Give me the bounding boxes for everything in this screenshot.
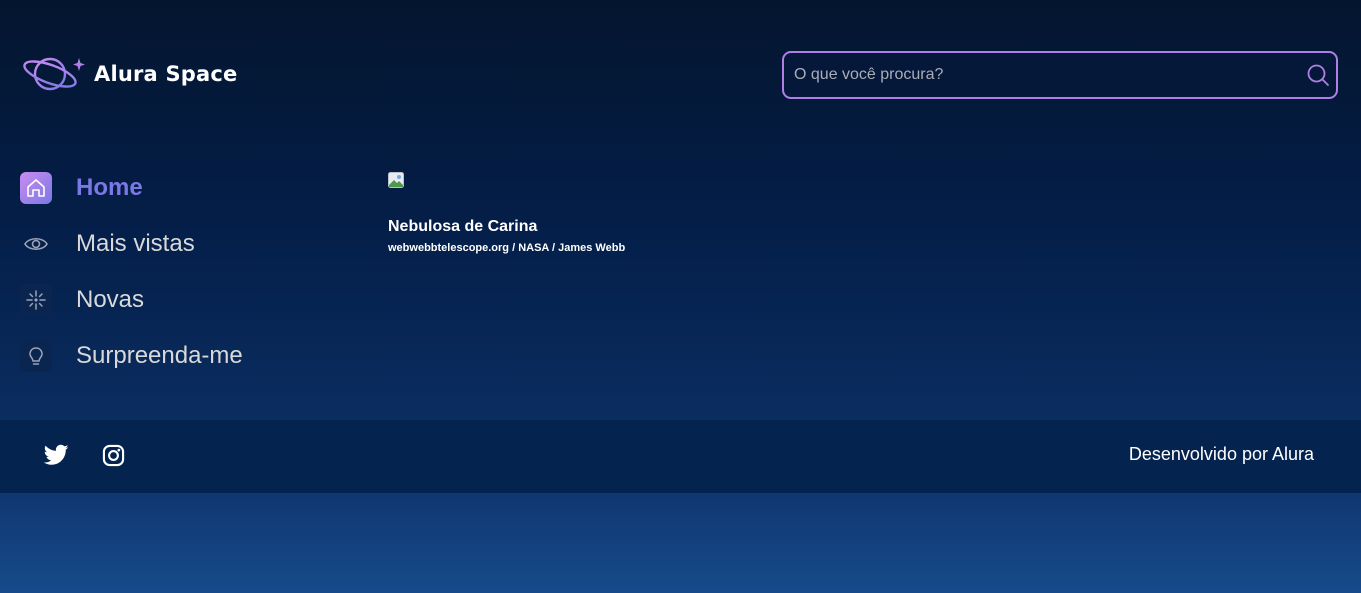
sidebar-item-home[interactable]: Home	[20, 172, 340, 204]
sidebar-item-mais-vistas[interactable]: Mais vistas	[20, 228, 340, 260]
planet-logo-icon	[22, 52, 86, 96]
sparkle-icon	[20, 284, 52, 316]
photo-title: Nebulosa de Carina	[388, 218, 538, 235]
sidebar-nav: Home Mais vistas Novas Surpreenda-me	[20, 172, 340, 396]
logo[interactable]: Alura Space	[22, 52, 237, 96]
photo-credit: webwebbtelescope.org / NASA / James Webb	[388, 242, 626, 254]
gallery: Nebulosa de Carina webwebbtelescope.org …	[388, 172, 625, 254]
search-icon[interactable]	[1306, 63, 1330, 87]
sidebar-item-novas[interactable]: Novas	[20, 284, 340, 316]
header: Alura Space	[0, 0, 1361, 130]
footer-credit: Desenvolvido por Alura	[1128, 444, 1314, 464]
search-bar	[782, 51, 1338, 99]
search-input[interactable]	[784, 53, 1306, 97]
gallery-card[interactable]: Nebulosa de Carina webwebbtelescope.org …	[388, 172, 625, 254]
sidebar-item-label: Surpreenda-me	[76, 342, 243, 369]
sidebar-item-label: Novas	[76, 286, 145, 313]
home-icon	[20, 172, 52, 204]
instagram-icon[interactable]	[102, 444, 127, 469]
social-links	[44, 444, 127, 469]
lightbulb-icon	[20, 340, 52, 372]
footer: Desenvolvido por Alura	[0, 420, 1361, 493]
sidebar-item-surpreenda-me[interactable]: Surpreenda-me	[20, 340, 340, 372]
sidebar-item-label: Mais vistas	[76, 230, 195, 257]
logo-text: Alura Space	[94, 62, 238, 86]
broken-image-icon[interactable]	[388, 172, 404, 188]
eye-icon	[20, 228, 52, 260]
twitter-icon[interactable]	[44, 444, 69, 469]
sidebar-item-label: Home	[76, 174, 143, 201]
